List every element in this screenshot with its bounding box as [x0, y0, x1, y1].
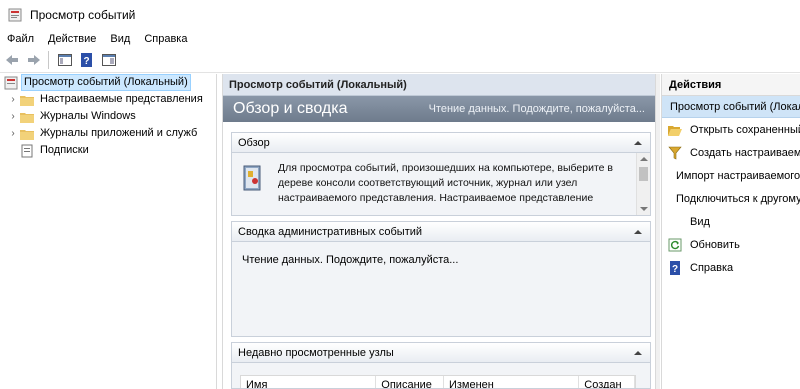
chevron-right-icon[interactable]: › — [8, 128, 18, 139]
column-modified[interactable]: Изменен — [444, 376, 580, 388]
overview-scrollbar[interactable] — [636, 153, 650, 215]
scroll-down-icon[interactable] — [640, 207, 648, 211]
svg-text:?: ? — [672, 264, 678, 275]
admin-summary-section: Сводка административных событий Чтение д… — [231, 221, 651, 337]
folder-icon — [20, 127, 34, 141]
event-log-icon — [242, 163, 264, 193]
forward-icon[interactable] — [24, 50, 44, 70]
help-icon[interactable]: ? — [77, 50, 97, 70]
menu-bar: Файл Действие Вид Справка — [0, 30, 800, 48]
action-help[interactable]: ? Справка — [662, 256, 800, 279]
recent-nodes-title: Недавно просмотренные узлы — [238, 346, 394, 359]
help-icon: ? — [668, 260, 682, 275]
menu-file[interactable]: Файл — [0, 30, 41, 48]
back-icon[interactable] — [2, 50, 22, 70]
tree-item-label: Настраиваемые представления — [40, 93, 203, 105]
action-label: Создать настраиваемое представление... — [690, 146, 800, 159]
folder-icon — [20, 93, 34, 107]
event-viewer-icon — [4, 76, 18, 90]
menu-action[interactable]: Действие — [41, 30, 103, 48]
center-pane-header: Просмотр событий (Локальный) — [223, 74, 655, 96]
summary-title: Обзор и сводка — [233, 100, 348, 117]
overview-title: Обзор — [238, 136, 270, 149]
overview-section-header[interactable]: Обзор — [232, 133, 650, 153]
tree-item-subscriptions[interactable]: Подписки — [0, 142, 216, 159]
actions-header: Действия — [662, 74, 800, 96]
collapse-icon[interactable] — [634, 140, 642, 145]
show-hide-action-pane-icon[interactable] — [99, 50, 119, 70]
scroll-up-icon[interactable] — [640, 157, 648, 161]
action-view[interactable]: Вид — [662, 210, 800, 233]
chevron-right-icon[interactable]: › — [8, 111, 18, 122]
tree-item-windows-logs[interactable]: › Журналы Windows — [0, 108, 216, 125]
column-created[interactable]: Создан — [579, 376, 635, 388]
center-pane-scrollbar[interactable] — [656, 74, 660, 389]
action-import-custom-view[interactable]: Импорт настраиваемого представления... — [662, 164, 800, 187]
window-title: Просмотр событий — [30, 8, 136, 22]
action-label: Обновить — [690, 238, 740, 251]
action-refresh[interactable]: Обновить — [662, 233, 800, 256]
tree-item-event-viewer-local[interactable]: Просмотр событий (Локальный) — [0, 74, 216, 91]
action-open-saved-log[interactable]: Открыть сохраненный журнал... — [662, 118, 800, 141]
column-description[interactable]: Описание — [376, 376, 444, 388]
event-viewer-app-icon — [8, 8, 22, 22]
admin-summary-header[interactable]: Сводка административных событий — [232, 222, 650, 242]
toolbar-separator — [48, 51, 49, 69]
scroll-thumb[interactable] — [639, 167, 648, 181]
recent-nodes-header[interactable]: Недавно просмотренные узлы — [232, 343, 650, 363]
action-connect-other-computer[interactable]: Подключиться к другому компьютеру... — [662, 187, 800, 210]
action-label: Вид — [690, 215, 710, 228]
chevron-right-icon[interactable]: › — [8, 94, 18, 105]
menu-help[interactable]: Справка — [137, 30, 194, 48]
menu-view[interactable]: Вид — [103, 30, 137, 48]
overview-section: Обзор Для просмотра событий, произошедши… — [231, 132, 651, 216]
action-label: Справка — [690, 261, 734, 274]
open-folder-icon — [668, 123, 682, 137]
tree-item-label: Подписки — [40, 144, 89, 156]
recent-nodes-table-header: Имя Описание Изменен Создан — [240, 375, 636, 388]
svg-text:?: ? — [83, 56, 89, 67]
toolbar: ? — [0, 48, 800, 73]
tree-item-label: Просмотр событий (Локальный) — [21, 74, 191, 91]
center-pane: Просмотр событий (Локальный) Обзор и сво… — [222, 74, 656, 389]
refresh-icon — [668, 238, 682, 252]
tree-item-label: Журналы приложений и служб — [40, 127, 198, 139]
actions-pane: Действия Просмотр событий (Локальный) От… — [661, 74, 800, 389]
collapse-icon[interactable] — [634, 350, 642, 355]
overview-text: Для просмотра событий, произошедших на к… — [278, 162, 613, 204]
folder-icon — [20, 110, 34, 124]
recent-nodes-section: Недавно просмотренные узлы Имя Описание … — [231, 342, 651, 389]
column-name[interactable]: Имя — [241, 376, 377, 388]
tree-item-app-service-logs[interactable]: › Журналы приложений и служб — [0, 125, 216, 142]
action-label: Открыть сохраненный журнал... — [690, 123, 800, 136]
action-label: Подключиться к другому компьютеру... — [676, 192, 800, 205]
summary-status: Чтение данных. Подождите, пожалуйста... — [428, 103, 645, 115]
action-label: Импорт настраиваемого представления... — [676, 169, 800, 182]
filter-icon — [668, 146, 682, 160]
admin-summary-title: Сводка административных событий — [238, 225, 423, 238]
tree-item-label: Журналы Windows — [40, 110, 136, 122]
action-create-custom-view[interactable]: Создать настраиваемое представление... — [662, 141, 800, 164]
summary-band: Обзор и сводка Чтение данных. Подождите,… — [223, 96, 655, 122]
title-bar: Просмотр событий — [0, 0, 800, 30]
subscriptions-icon — [20, 144, 34, 158]
collapse-icon[interactable] — [634, 229, 642, 234]
admin-summary-loading-text: Чтение данных. Подождите, пожалуйста... — [242, 254, 459, 266]
tree-item-custom-views[interactable]: › Настраиваемые представления — [0, 91, 216, 108]
console-tree: Просмотр событий (Локальный) › Настраива… — [0, 74, 217, 389]
actions-section-event-viewer[interactable]: Просмотр событий (Локальный) — [662, 96, 800, 118]
show-hide-tree-icon[interactable] — [55, 50, 75, 70]
